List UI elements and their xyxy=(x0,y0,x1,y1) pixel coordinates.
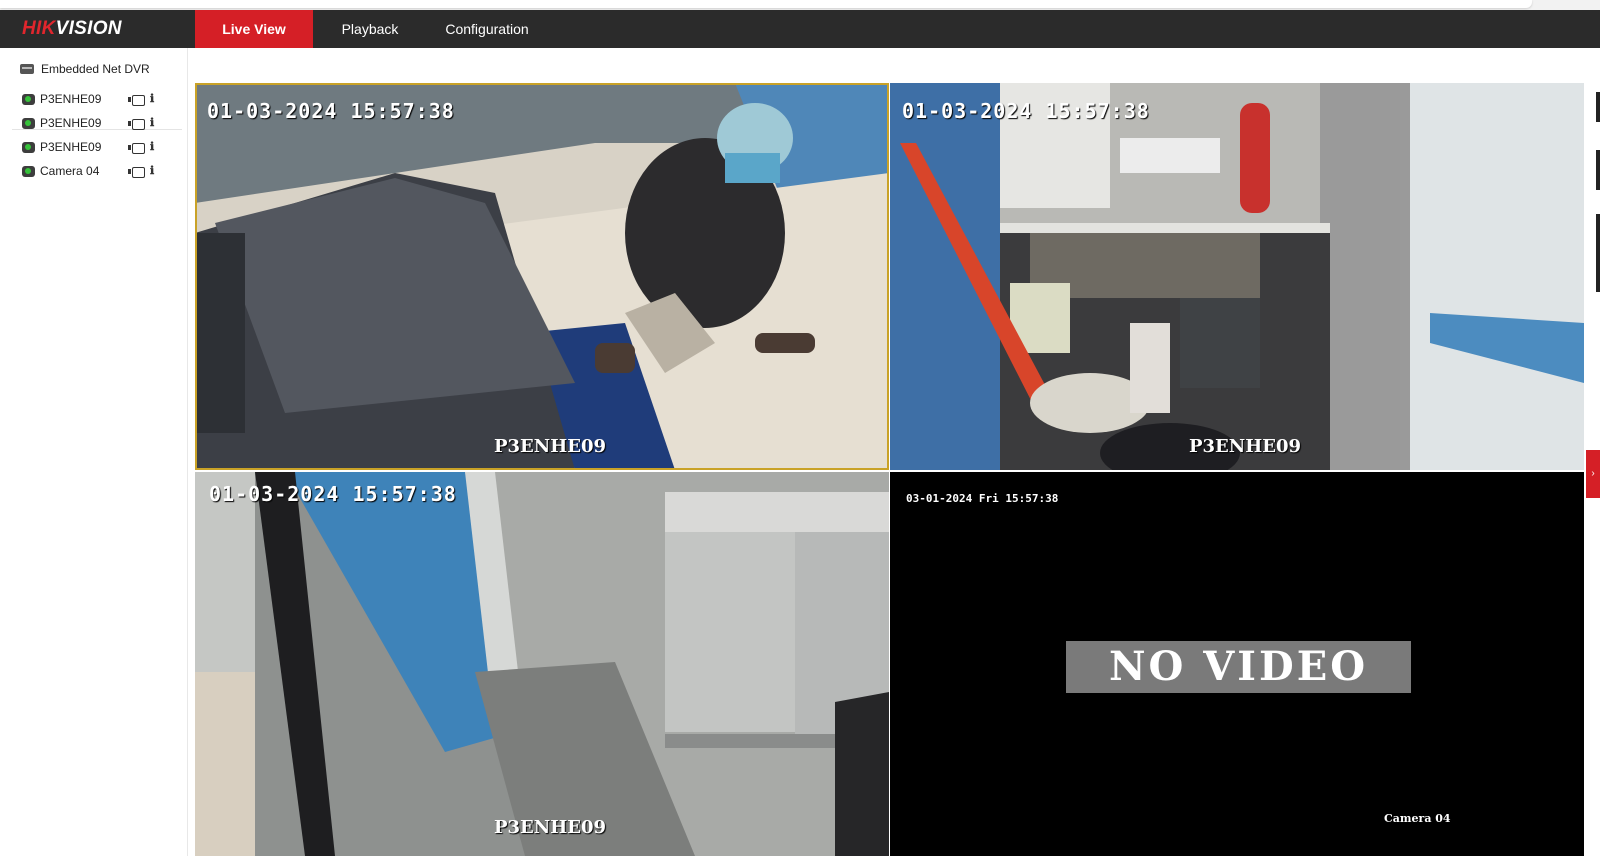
hikvision-logo: HIKVISION xyxy=(22,18,122,40)
camera-online-icon xyxy=(22,165,35,177)
record-icon[interactable] xyxy=(128,118,145,130)
camera-label: P3ENHE09 xyxy=(40,116,102,130)
device-label: Embedded Net DVR xyxy=(41,62,150,76)
record-icon[interactable] xyxy=(128,142,145,154)
record-icon[interactable] xyxy=(128,94,145,106)
collapse-panel-button[interactable]: › xyxy=(1586,450,1600,498)
video-pane-2[interactable]: 01-03-2024 15:57:38 P3ENHE09 xyxy=(890,83,1584,470)
browser-top-strip xyxy=(0,0,1600,10)
video-pane-1[interactable]: 01-03-2024 15:57:38 P3ENHE09 xyxy=(195,83,889,470)
camera-item-3[interactable]: P3ENHE09 ℹ xyxy=(22,137,172,157)
device-node[interactable]: Embedded Net DVR xyxy=(20,60,150,78)
right-edge-mark xyxy=(1596,214,1600,292)
camera-online-icon xyxy=(22,93,35,105)
camera-online-icon xyxy=(22,117,35,129)
channel-info-icon[interactable]: ℹ xyxy=(150,163,166,179)
device-tree-sidebar: Embedded Net DVR P3ENHE09 ℹ P3ENHE09 ℹ P… xyxy=(0,48,188,856)
tab-playback[interactable]: Playback xyxy=(324,10,416,48)
camera-feed-1-image xyxy=(195,83,889,470)
camera-item-1[interactable]: P3ENHE09 ℹ xyxy=(22,89,172,109)
page-top-edge xyxy=(0,0,1532,8)
pane-2-camera-name: P3ENHE09 xyxy=(1189,436,1302,457)
right-edge-mark xyxy=(1596,92,1600,122)
tab-live-view[interactable]: Live View xyxy=(195,10,313,48)
logo-red-part: HIK xyxy=(22,18,56,39)
logo-white-part: VISION xyxy=(55,18,122,39)
camera-label: Camera 04 xyxy=(40,164,100,178)
camera-label: P3ENHE09 xyxy=(40,140,102,154)
chevron-right-icon: › xyxy=(1591,468,1595,479)
no-video-overlay: NO VIDEO xyxy=(1066,641,1411,693)
channel-info-icon[interactable]: ℹ xyxy=(150,91,166,107)
pane-3-timestamp: 01-03-2024 15:57:38 xyxy=(209,482,457,506)
video-pane-3[interactable]: 01-03-2024 15:57:38 P3ENHE09 xyxy=(195,472,889,856)
right-edge-mark xyxy=(1596,150,1600,190)
pane-3-camera-name: P3ENHE09 xyxy=(494,817,607,838)
camera-label: P3ENHE09 xyxy=(40,92,102,106)
top-navbar: HIKVISION Live View Playback Configurati… xyxy=(0,10,1600,48)
pane-1-camera-name: P3ENHE09 xyxy=(494,436,607,457)
tab-configuration[interactable]: Configuration xyxy=(432,10,542,48)
dvr-icon xyxy=(20,64,34,74)
record-icon[interactable] xyxy=(128,166,145,178)
camera-feed-3-image xyxy=(195,472,889,856)
pane-4-timestamp: 03-01-2024 Fri 15:57:38 xyxy=(906,492,1059,505)
pane-1-timestamp: 01-03-2024 15:57:38 xyxy=(207,99,455,123)
channel-info-icon[interactable]: ℹ xyxy=(150,139,166,155)
camera-item-2[interactable]: P3ENHE09 ℹ xyxy=(22,113,172,133)
pane-2-timestamp: 01-03-2024 15:57:38 xyxy=(902,99,1150,123)
pane-4-camera-name: Camera 04 xyxy=(1384,812,1451,825)
camera-online-icon xyxy=(22,141,35,153)
channel-info-icon[interactable]: ℹ xyxy=(150,115,166,131)
camera-item-4[interactable]: Camera 04 ℹ xyxy=(22,161,172,181)
camera-feed-2-image xyxy=(890,83,1584,470)
